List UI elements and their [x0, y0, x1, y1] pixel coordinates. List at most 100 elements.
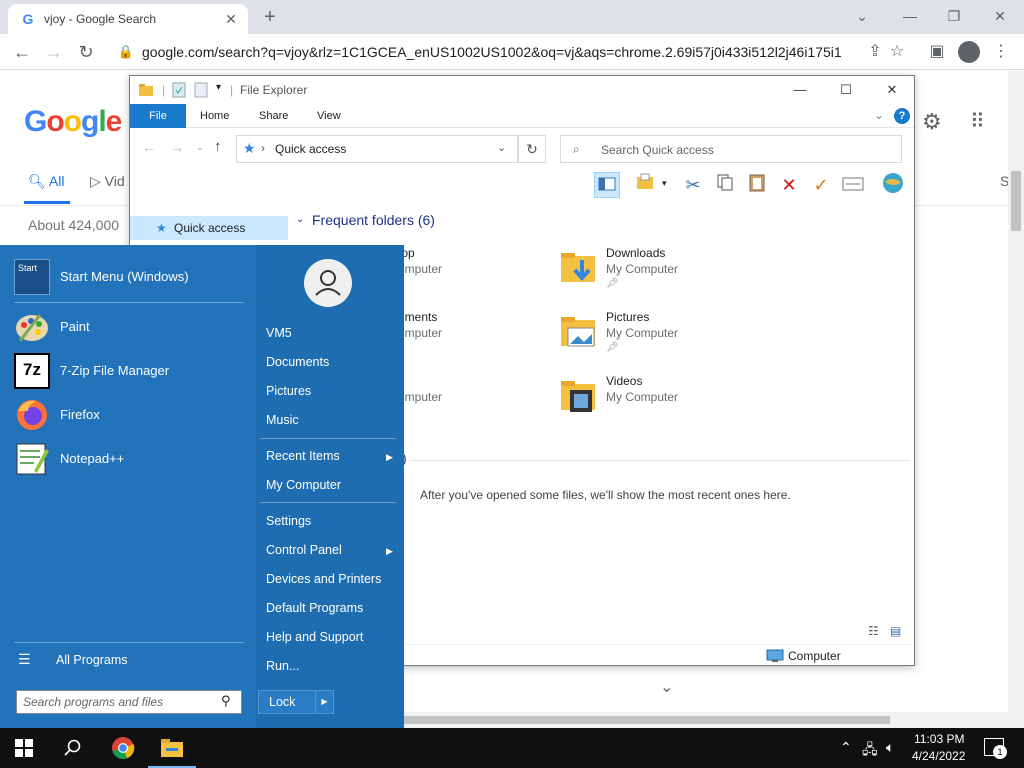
google-apps-icon[interactable]: ⠿ — [970, 109, 985, 134]
video-icon: ▷ — [90, 173, 101, 189]
lock-options-arrow-icon[interactable]: ▶ — [315, 691, 333, 713]
details-view-icon[interactable]: ☷ — [868, 624, 879, 638]
folder-item[interactable]: Pictures My Computer 📌︎ — [560, 310, 760, 366]
vertical-scrollbar[interactable] — [1008, 71, 1024, 728]
collapse-chevron-icon[interactable]: ⌄ — [296, 214, 304, 225]
minimize-button[interactable]: — — [890, 4, 930, 28]
recent-locations-icon[interactable]: ⌄ — [196, 142, 204, 153]
properties-icon[interactable] — [172, 82, 186, 98]
ribbon-tab-share[interactable]: Share — [259, 104, 288, 128]
tab-close-icon[interactable]: ✕ — [222, 10, 240, 28]
horizontal-scrollbar[interactable] — [404, 712, 1008, 728]
explorer-minimize-button[interactable]: — — [786, 80, 814, 100]
notifications-icon[interactable]: 1 — [984, 738, 1007, 759]
tab-videos[interactable]: ▷ Vid — [90, 173, 125, 190]
help-icon[interactable]: ? — [894, 108, 910, 124]
paste-icon[interactable] — [744, 172, 770, 198]
back-arrow-icon[interactable]: ← — [142, 139, 156, 155]
clock-date[interactable]: 4/24/2022 — [912, 749, 965, 763]
address-dropdown-icon[interactable]: ⌄ — [497, 141, 506, 154]
rename-check-icon[interactable]: ✓ — [808, 172, 834, 198]
network-icon[interactable]: 🖧︎ — [862, 739, 878, 763]
tab-all[interactable]: 🔍︎ All — [28, 173, 64, 190]
bookmark-star-icon[interactable]: ☆ — [886, 41, 908, 63]
volume-icon[interactable]: 🔈︎ — [886, 739, 894, 756]
back-button[interactable]: ← — [10, 40, 34, 64]
link-run[interactable]: Run... — [266, 659, 299, 673]
start-search-input[interactable]: Search programs and files ⚲ — [16, 690, 242, 714]
preview-pane-icon[interactable] — [594, 172, 620, 198]
delete-icon[interactable]: ✕ — [776, 172, 802, 198]
folder-item[interactable]: Videos My Computer — [560, 374, 760, 430]
share-icon[interactable]: ⇪ — [864, 41, 886, 63]
address-box[interactable]: ★ › Quick access ⌄ — [236, 135, 518, 163]
properties-toolbar-icon[interactable] — [840, 172, 866, 198]
app-label: 7-Zip File Manager — [60, 363, 170, 378]
start-app-item[interactable]: 7z 7-Zip File Manager — [14, 351, 244, 391]
new-item-dropdown-icon[interactable]: ▾ — [662, 178, 667, 189]
large-icons-view-icon[interactable]: ▤ — [890, 624, 901, 638]
start-app-item[interactable]: Paint — [14, 307, 244, 347]
windows-start-button[interactable] — [0, 728, 48, 768]
all-programs-button[interactable]: ☰ All Programs — [18, 651, 238, 675]
link-pictures[interactable]: Pictures — [266, 384, 311, 398]
restore-button[interactable]: ❐ — [934, 4, 974, 28]
user-avatar[interactable] — [304, 259, 352, 307]
ribbon-expand-chevron-icon[interactable]: ⌄ — [874, 108, 884, 122]
taskbar-file-explorer-button[interactable] — [148, 728, 196, 768]
cut-icon[interactable]: ✂ — [680, 172, 706, 198]
start-app-item[interactable]: Start Start Menu (Windows) — [14, 257, 244, 297]
browser-tab[interactable]: G vjoy - Google Search ✕ — [8, 4, 248, 34]
address-bar[interactable]: google.com/search?q=vjoy&rlz=1C1GCEA_enU… — [142, 44, 842, 60]
new-item-icon[interactable] — [632, 172, 658, 198]
folder-item[interactable]: Downloads My Computer 📌︎ — [560, 246, 760, 302]
link-documents[interactable]: Documents — [266, 355, 329, 369]
lock-button[interactable]: Lock ▶ — [258, 690, 334, 714]
menu-kebab-icon[interactable]: ⋮ — [990, 41, 1012, 63]
new-folder-icon[interactable] — [194, 82, 208, 98]
google-logo[interactable]: Google — [24, 105, 122, 139]
explorer-maximize-button[interactable]: ☐ — [832, 80, 860, 100]
start-app-item[interactable]: Firefox — [14, 395, 244, 435]
qat-dropdown-icon[interactable]: ▾ — [216, 82, 221, 93]
frequent-folders-header[interactable]: Frequent folders (6) — [312, 212, 435, 228]
lock-icon[interactable]: 🔒 — [114, 40, 138, 64]
ribbon-tab-home[interactable]: Home — [200, 104, 229, 128]
link-devices-printers[interactable]: Devices and Printers — [266, 572, 381, 586]
copy-icon[interactable] — [712, 172, 738, 198]
clock-time[interactable]: 11:03 PM — [914, 732, 964, 746]
nav-quick-access[interactable]: ★ Quick access — [130, 216, 288, 240]
side-panel-icon[interactable]: ▣ — [926, 41, 948, 63]
chevron-down-icon[interactable]: ⌄ — [660, 677, 673, 697]
horizontal-scroll-thumb[interactable] — [404, 716, 890, 724]
ribbon-tab-file[interactable]: File — [130, 104, 186, 128]
link-help-support[interactable]: Help and Support — [266, 630, 363, 644]
link-recent-items[interactable]: Recent Items — [266, 449, 340, 463]
tab-search-chevron-icon[interactable]: ⌄ — [842, 4, 882, 28]
settings-gear-icon[interactable]: ⚙ — [922, 109, 942, 135]
explorer-close-button[interactable]: ✕ — [878, 80, 906, 100]
start-app-item[interactable]: Notepad++ — [14, 439, 244, 479]
new-tab-button[interactable]: + — [258, 5, 282, 29]
explorer-title-bar[interactable]: | ▾ | File Explorer — ☐ ✕ — [130, 76, 914, 104]
reload-button[interactable]: ↻ — [74, 40, 98, 64]
tray-overflow-icon[interactable]: ⌃ — [840, 739, 852, 756]
ribbon-tab-view[interactable]: View — [317, 104, 341, 128]
taskbar-chrome-button[interactable] — [99, 728, 147, 768]
link-control-panel[interactable]: Control Panel — [266, 543, 342, 557]
globe-icon[interactable] — [880, 172, 906, 198]
profile-avatar[interactable] — [958, 41, 980, 63]
up-arrow-icon[interactable]: ↑ — [214, 138, 222, 155]
link-music[interactable]: Music — [266, 413, 299, 427]
link-default-programs[interactable]: Default Programs — [266, 601, 363, 615]
link-my-computer[interactable]: My Computer — [266, 478, 341, 492]
link-vm5[interactable]: VM5 — [266, 326, 292, 340]
refresh-button[interactable]: ↻ — [518, 135, 546, 163]
explorer-search-box[interactable]: ⌕ Search Quick access — [560, 135, 902, 163]
link-settings[interactable]: Settings — [266, 514, 311, 528]
forward-arrow-icon[interactable]: → — [170, 139, 184, 155]
forward-button[interactable]: → — [42, 40, 66, 64]
close-button[interactable]: ✕ — [980, 4, 1020, 28]
vertical-scroll-thumb[interactable] — [1011, 171, 1021, 231]
taskbar-search-button[interactable] — [48, 728, 96, 768]
